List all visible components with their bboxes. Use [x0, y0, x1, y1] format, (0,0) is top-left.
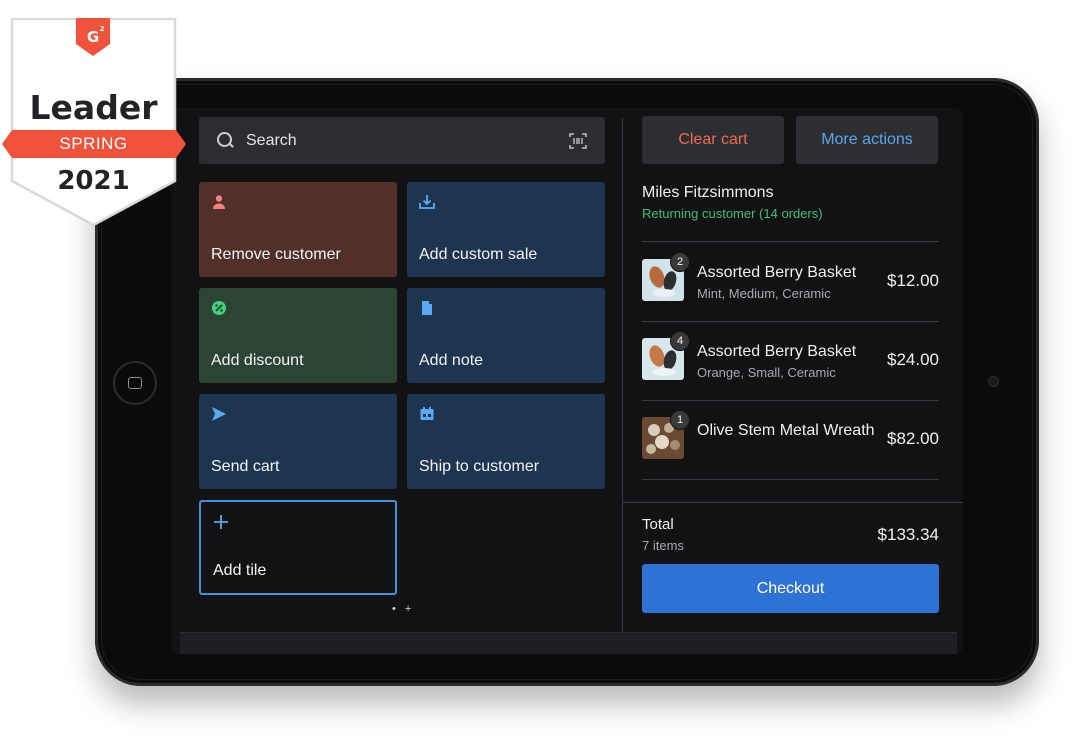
- badge-year: 2021: [57, 166, 130, 196]
- search-input[interactable]: Search: [199, 117, 605, 164]
- item-name: Assorted Berry Basket: [697, 343, 857, 360]
- divider: [622, 502, 963, 503]
- tile-label: Add tile: [213, 562, 267, 579]
- camera-icon: [988, 376, 999, 387]
- clear-cart-button[interactable]: Clear cart: [642, 116, 784, 164]
- more-actions-button[interactable]: More actions: [796, 116, 938, 164]
- divider: [642, 479, 939, 480]
- tile-label: Add note: [419, 352, 484, 369]
- total-amount: $133.34: [877, 525, 939, 544]
- pos-screen: Search Remove customer Add custom sale A…: [170, 108, 963, 654]
- g2-logo-icon: G 2: [73, 18, 113, 58]
- quantity-badge: 1: [670, 410, 690, 430]
- tile-remove-customer[interactable]: Remove customer: [199, 182, 397, 277]
- item-name: Assorted Berry Basket: [697, 264, 857, 281]
- tile-label: Add discount: [211, 352, 304, 369]
- page-indicator[interactable]: • +: [392, 603, 414, 615]
- tray-add-icon: [419, 194, 437, 212]
- badge-title: Leader: [29, 88, 158, 127]
- item-count: 7 items: [642, 538, 684, 553]
- checkout-button[interactable]: Checkout: [642, 564, 939, 613]
- svg-text:G: G: [87, 28, 99, 46]
- tile-send-cart[interactable]: Send cart: [199, 394, 397, 489]
- customer-status: Returning customer (14 orders): [642, 206, 823, 221]
- tile-ship-to-customer[interactable]: Ship to customer: [407, 394, 605, 489]
- tile-add-custom-sale[interactable]: Add custom sale: [407, 182, 605, 277]
- person-icon: [211, 194, 229, 212]
- tile-panel: Search Remove customer Add custom sale A…: [170, 108, 622, 632]
- tile-add-discount[interactable]: Add discount: [199, 288, 397, 383]
- g2-award-badge: G 2 Leader SPRING 2021: [2, 18, 186, 226]
- badge-season: SPRING: [59, 134, 128, 153]
- item-price: $82.00: [887, 429, 939, 448]
- quantity-badge: 4: [670, 331, 690, 351]
- plus-icon: [213, 514, 231, 532]
- tile-label: Send cart: [211, 458, 280, 475]
- item-price: $12.00: [887, 271, 939, 290]
- barcode-scan-icon[interactable]: [569, 132, 587, 149]
- cart-item[interactable]: 1 Olive Stem Metal Wreath $82.00: [642, 401, 939, 479]
- marketing-stage: Search Remove customer Add custom sale A…: [0, 0, 1090, 750]
- tile-add-tile[interactable]: Add tile: [199, 500, 397, 595]
- customer-name[interactable]: Miles Fitzsimmons: [642, 184, 774, 202]
- cart-item[interactable]: 2 Assorted Berry Basket Mint, Medium, Ce…: [642, 243, 939, 321]
- item-variant: Mint, Medium, Ceramic: [697, 286, 831, 301]
- document-icon: [419, 300, 437, 318]
- divider: [642, 241, 939, 242]
- cart-item[interactable]: 4 Assorted Berry Basket Orange, Small, C…: [642, 322, 939, 400]
- item-variant: Orange, Small, Ceramic: [697, 365, 836, 380]
- svg-text:2: 2: [100, 25, 105, 33]
- bottom-nav-bar: [180, 632, 957, 654]
- search-icon: [217, 132, 234, 149]
- item-name: Olive Stem Metal Wreath: [697, 422, 875, 439]
- discount-icon: [211, 300, 229, 318]
- item-price: $24.00: [887, 350, 939, 369]
- tile-label: Ship to customer: [419, 458, 540, 475]
- tile-add-note[interactable]: Add note: [407, 288, 605, 383]
- send-icon: [211, 406, 229, 424]
- tile-label: Remove customer: [211, 246, 341, 263]
- tile-label: Add custom sale: [419, 246, 538, 263]
- home-button-icon: [113, 361, 157, 405]
- calendar-box-icon: [419, 406, 437, 424]
- panel-divider: [622, 118, 623, 632]
- total-label: Total: [642, 516, 674, 533]
- search-placeholder: Search: [246, 131, 297, 149]
- quantity-badge: 2: [670, 252, 690, 272]
